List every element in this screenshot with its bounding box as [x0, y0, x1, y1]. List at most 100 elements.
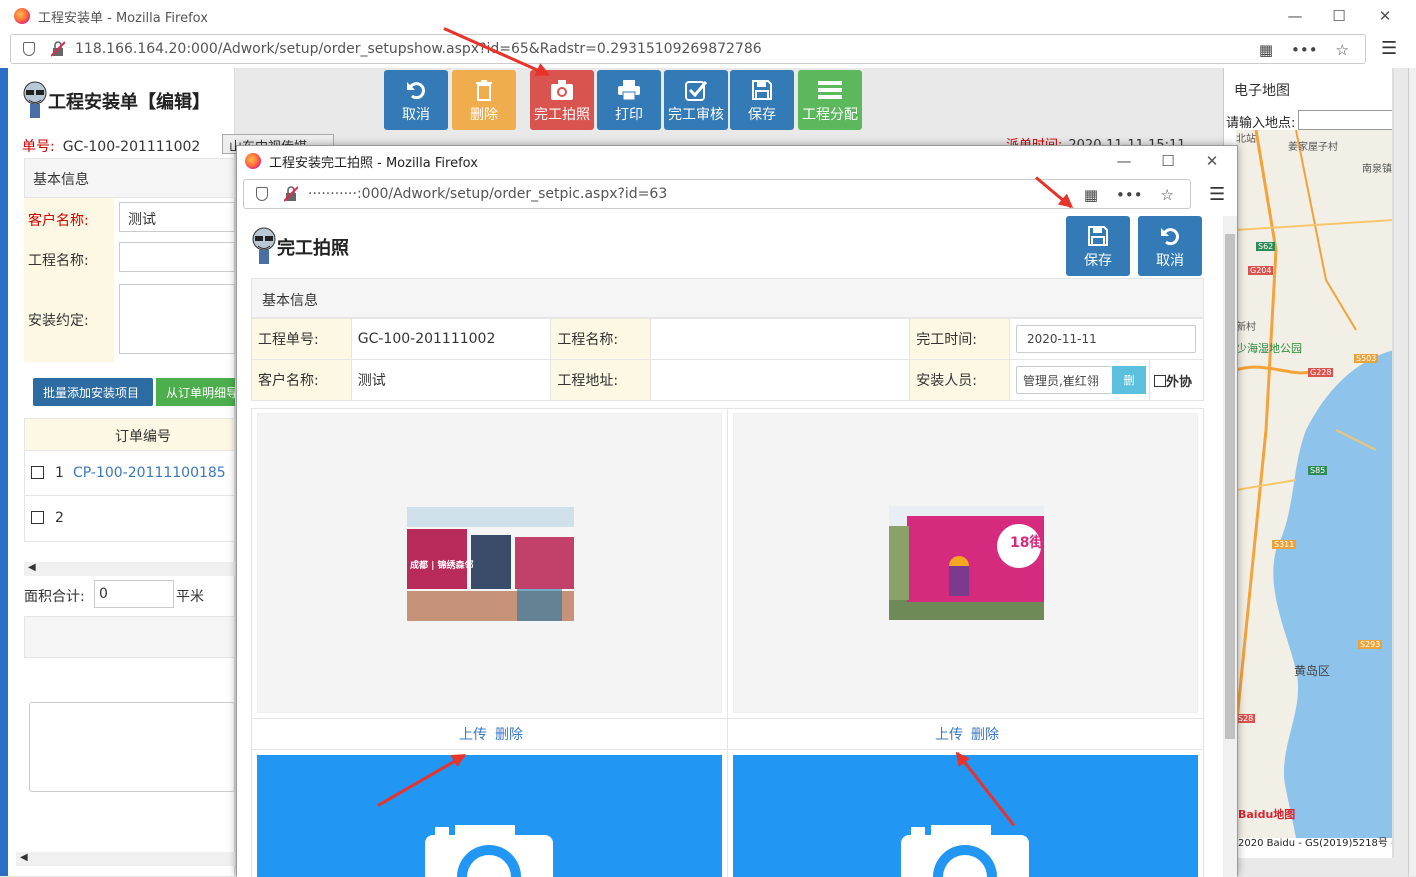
map-road-badge: S85 [1308, 466, 1328, 475]
delete-link-1[interactable]: 删除 [495, 727, 523, 743]
front-url-bar[interactable]: ···········:000/Adwork/setup/order_setpi… [243, 179, 1191, 209]
list-icon [818, 81, 842, 99]
bookmark-star-icon[interactable]: ☆ [1336, 41, 1349, 59]
bookmark-star-icon[interactable]: ☆ [1161, 186, 1174, 204]
save-button[interactable]: 保存 [730, 70, 794, 130]
outsource-checkbox[interactable] [1153, 374, 1166, 387]
qr-code-icon[interactable]: ▦ [1259, 41, 1273, 59]
hamburger-menu-icon[interactable]: ☰ [1381, 38, 1397, 59]
save-icon [752, 80, 772, 100]
finish-time-input[interactable]: 2020-11-11 [1015, 325, 1196, 353]
photo-cancel-button[interactable]: 取消 [1138, 216, 1202, 276]
order-table: 订单编号 1 CP-100-20111100185 2 [24, 418, 235, 542]
print-icon [618, 80, 640, 101]
delete-label: 删除 [470, 107, 498, 123]
check-icon [685, 81, 707, 101]
back-titlebar: 工程安装单 - Mozilla Firefox [0, 0, 1416, 32]
area-input[interactable]: 0 [94, 580, 174, 608]
insecure-lock-icon [51, 41, 65, 57]
shield-icon [256, 187, 268, 201]
area-label: 面积合计: [24, 589, 85, 605]
more-icon[interactable]: ••• [1291, 41, 1318, 59]
address-value [650, 359, 911, 401]
back-url-bar[interactable]: 118.166.164.20:000/Adwork/setup/order_se… [10, 34, 1366, 64]
more-icon[interactable]: ••• [1116, 186, 1143, 204]
installer-input[interactable]: 管理员,崔红翎 [1015, 366, 1112, 394]
scrollbar-thumb[interactable] [1225, 234, 1235, 739]
bottom-scrollbar[interactable]: ◀ [16, 852, 235, 866]
finish-photo-button[interactable]: 完工拍照 [530, 70, 594, 130]
customer-label: 客户名称: [24, 198, 114, 238]
back-form-panel: 工程安装单【编辑】 单号: GC-100-201111002 基本信息 客户名称:… [8, 68, 235, 876]
delete-button[interactable]: 删除 [452, 70, 516, 130]
customer-input[interactable]: 测试 [119, 202, 235, 232]
project-name-input[interactable] [119, 242, 235, 272]
agreement-textarea[interactable] [119, 284, 235, 354]
table-row: 2 [25, 496, 234, 541]
mascot-logo-icon [252, 227, 276, 264]
customer-label: 客户名称: [251, 359, 352, 401]
minimize-icon[interactable]: — [1101, 146, 1147, 176]
basic-info-header: 基本信息 [251, 278, 1204, 318]
maximize-icon[interactable]: ☐ [1145, 146, 1191, 176]
minimize-icon[interactable]: — [1272, 0, 1318, 32]
section-header [24, 616, 235, 658]
map-search-label: 请输入地点: [1226, 116, 1296, 131]
upload-link-2[interactable]: 上传 [935, 727, 963, 743]
row-checkbox[interactable] [31, 466, 44, 479]
order-no-label: 单号: [22, 139, 55, 155]
map-panel: 电子地图 请输入地点: 北站 姜家屋子村 南泉镇 新村 少海湿地公园 黄岛区 G… [1223, 68, 1395, 858]
from-order-button[interactable]: 从订单明细导 [156, 378, 235, 406]
camera-icon [425, 825, 553, 877]
photo-thumbnail-2[interactable] [889, 506, 1044, 620]
front-window-title: 工程安装完工拍照 - Mozilla Firefox [269, 155, 478, 171]
delete-link-2[interactable]: 删除 [971, 727, 999, 743]
vertical-scrollbar[interactable] [1223, 216, 1237, 877]
save-icon [1088, 226, 1108, 246]
order-no-label: 工程单号: [251, 318, 352, 360]
finish-review-label: 完工审核 [668, 107, 724, 123]
finish-review-button[interactable]: 完工审核 [664, 70, 728, 130]
row-checkbox[interactable] [31, 511, 44, 524]
installer-delete-button[interactable]: 删 [1111, 366, 1146, 394]
upload-placeholder-2[interactable] [733, 755, 1198, 877]
map-scroll-edge [1392, 68, 1394, 858]
horizontal-scrollbar[interactable]: ◀ [24, 562, 235, 576]
map-road-badge: S28 [1236, 714, 1256, 723]
save-label: 保存 [748, 107, 776, 123]
upload-link-1[interactable]: 上传 [459, 727, 487, 743]
back-basic-info-header: 基本信息 [24, 158, 235, 198]
installer-label: 安装人员: [909, 359, 1010, 401]
agreement-label: 安装约定: [24, 278, 114, 362]
finish-time-label: 完工时间: [909, 318, 1010, 360]
divider [251, 749, 1204, 750]
info-table: 工程单号: GC-100-201111002 工程名称: 完工时间: 2020-… [251, 318, 1205, 401]
map-road-badge: S311 [1272, 540, 1297, 549]
map-search-input[interactable] [1298, 110, 1394, 130]
right-edge-strip [1408, 68, 1416, 876]
print-button[interactable]: 打印 [597, 70, 661, 130]
close-icon[interactable]: ✕ [1189, 146, 1235, 176]
back-url-text: 118.166.164.20:000/Adwork/setup/order_se… [75, 41, 762, 57]
remark-textarea[interactable] [29, 702, 235, 792]
assign-project-button[interactable]: 工程分配 [798, 70, 862, 130]
maximize-icon[interactable]: ☐ [1316, 0, 1362, 32]
front-browser-window: 工程安装完工拍照 - Mozilla Firefox — ☐ ✕ ·······… [236, 145, 1238, 877]
row-order-link[interactable]: CP-100-20111100185 [73, 465, 226, 481]
upload-placeholder-1[interactable] [257, 755, 722, 877]
photo-save-button[interactable]: 保存 [1066, 216, 1130, 276]
photo-cancel-label: 取消 [1156, 253, 1184, 269]
front-titlebar: 工程安装完工拍照 - Mozilla Firefox [237, 146, 1237, 176]
insecure-lock-icon [284, 186, 298, 202]
close-icon[interactable]: ✕ [1362, 0, 1408, 32]
qr-code-icon[interactable]: ▦ [1084, 186, 1098, 204]
hamburger-menu-icon[interactable]: ☰ [1209, 184, 1225, 205]
map-place-label: 姜家屋子村 [1288, 142, 1338, 153]
map-view[interactable]: 北站 姜家屋子村 南泉镇 新村 少海湿地公园 黄岛区 小岛 G204 S62 G… [1236, 130, 1394, 838]
cancel-button[interactable]: 取消 [384, 70, 448, 130]
map-road-badge: S503 [1354, 354, 1379, 363]
batch-add-button[interactable]: 批量添加安装项目 [33, 378, 153, 406]
undo-icon [407, 82, 425, 100]
outsource-label: 外协 [1165, 374, 1192, 390]
map-place-label: 北站 [1236, 134, 1256, 145]
